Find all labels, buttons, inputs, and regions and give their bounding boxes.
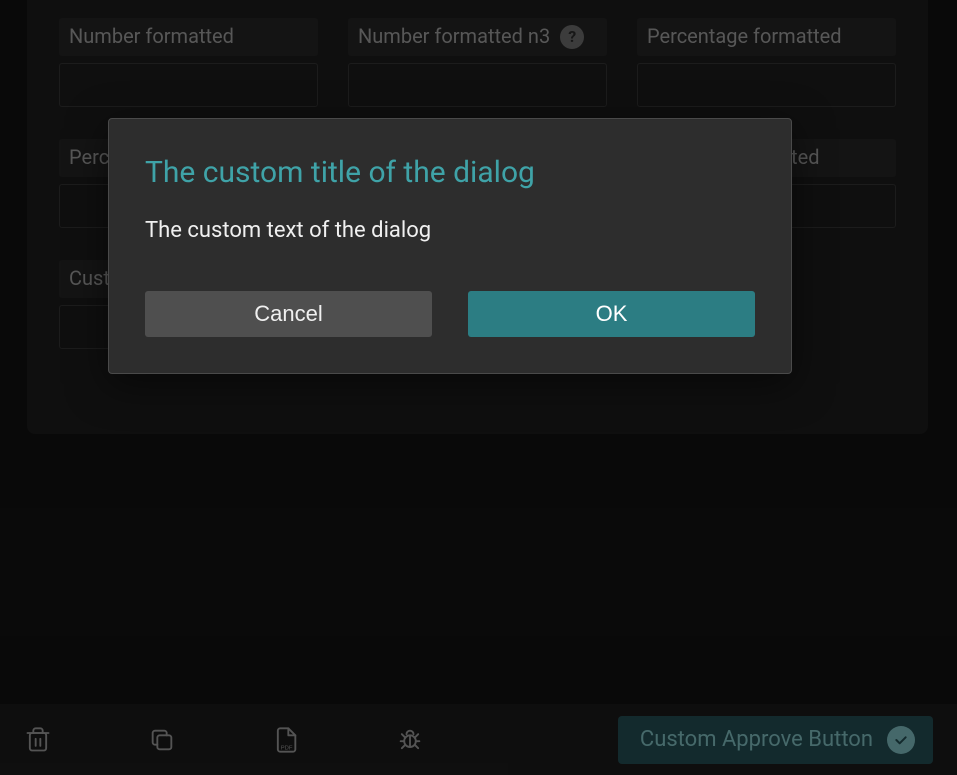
dialog-text: The custom text of the dialog [145, 218, 755, 243]
modal-overlay[interactable] [0, 0, 957, 775]
dialog-title: The custom title of the dialog [145, 155, 755, 190]
cancel-button[interactable]: Cancel [145, 291, 432, 337]
dialog-actions: Cancel OK [145, 291, 755, 337]
confirm-dialog: The custom title of the dialog The custo… [108, 118, 792, 374]
ok-button[interactable]: OK [468, 291, 755, 337]
